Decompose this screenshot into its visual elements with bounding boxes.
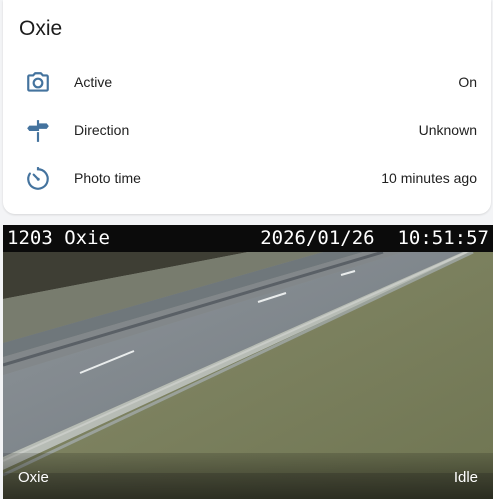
entity-row-direction[interactable]: Direction Unknown <box>3 112 491 148</box>
direction-sign-icon <box>25 118 51 144</box>
row-value: Unknown <box>418 122 477 138</box>
camera-image[interactable]: 1203 Oxie 2026/01/26 10:51:57 Oxie Idle <box>3 225 493 499</box>
card-title: Oxie <box>19 17 63 40</box>
timer-icon <box>25 166 51 192</box>
row-value: 10 minutes ago <box>381 170 477 186</box>
row-value: On <box>458 74 477 90</box>
row-label: Photo time <box>74 170 141 186</box>
entity-row-photo-time[interactable]: Photo time 10 minutes ago <box>3 160 491 196</box>
traffic-camera-card: Oxie Active On Direction Unknown Photo t… <box>3 0 491 214</box>
camera-osd-bar: 1203 Oxie 2026/01/26 10:51:57 <box>3 225 493 252</box>
entity-row-active[interactable]: Active On <box>3 64 491 100</box>
osd-time: 10:51:57 <box>397 227 489 249</box>
osd-date: 2026/01/26 <box>260 227 375 249</box>
camera-name: Oxie <box>18 469 49 486</box>
camera-state: Idle <box>453 469 478 486</box>
osd-timestamp: 2026/01/26 10:51:57 <box>260 227 489 249</box>
row-label: Direction <box>74 122 130 138</box>
row-label: Active <box>74 74 113 90</box>
camera-icon <box>25 70 51 96</box>
osd-camera-id: 1203 Oxie <box>7 227 110 249</box>
camera-caption: Oxie Idle <box>3 453 493 499</box>
